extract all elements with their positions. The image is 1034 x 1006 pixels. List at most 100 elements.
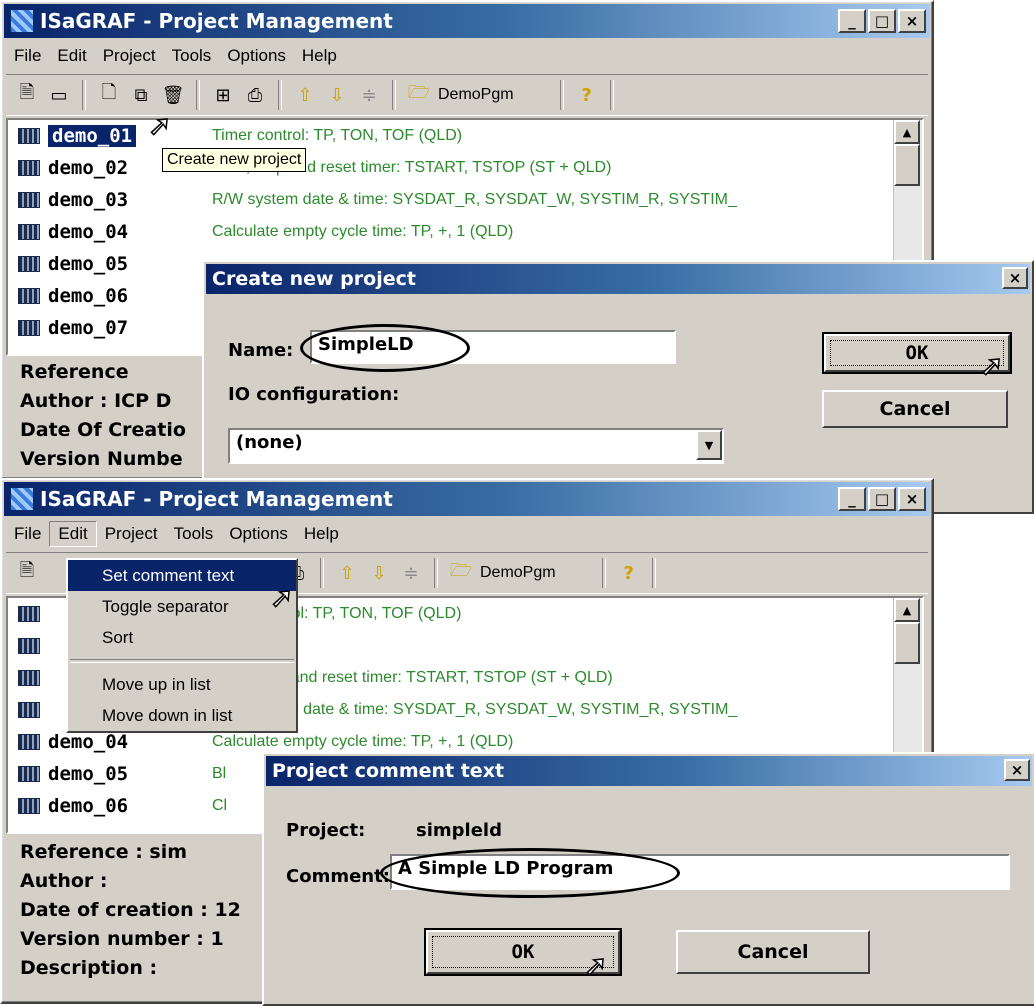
project-comment: Calculate empty cycle time: TP, +, 1 (QL…	[212, 733, 514, 750]
scroll-up-arrow-icon[interactable]: ▲	[894, 598, 920, 622]
folder-icon[interactable]: 🗁	[448, 560, 474, 586]
io-configuration-select[interactable]: (none) ▼	[228, 428, 724, 464]
io-configuration-value: (none)	[236, 432, 303, 453]
close-button[interactable]: ×	[898, 9, 926, 33]
isagraf-app-icon	[10, 487, 34, 511]
minimize-button[interactable]: _	[838, 487, 866, 511]
move-down-icon[interactable]: ⇩	[366, 560, 392, 586]
menu-project[interactable]: Project	[97, 522, 166, 546]
project-name: demo_04	[48, 221, 129, 243]
highlight-oval	[300, 324, 470, 372]
program-name[interactable]: DemoPgm	[438, 86, 514, 104]
info-author: Author : ICP D	[20, 390, 172, 412]
print-icon[interactable]: ⎙	[242, 82, 268, 108]
name-label: Name:	[228, 340, 294, 361]
cancel-button[interactable]: Cancel	[676, 930, 870, 974]
project-comment-dialog: Project comment text × Project: simpleld…	[262, 752, 1034, 1006]
dialog-title: Project comment text	[272, 760, 505, 782]
list-item[interactable]: demo_01 Timer control: TP, TON, TOF (QLD)	[8, 120, 922, 152]
open-project-icon[interactable]: 🗎	[14, 82, 40, 108]
menu-item-toggle-separator[interactable]: Toggle separator	[68, 591, 296, 622]
move-down-icon[interactable]: ⇩	[324, 82, 350, 108]
list-item[interactable]: demo_02 Start, stop and reset timer: TSTA…	[8, 152, 922, 184]
project-name: demo_05	[48, 763, 129, 785]
archive-icon[interactable]: ⊞	[210, 82, 236, 108]
mouse-cursor-icon: ➚	[979, 349, 1004, 382]
scroll-thumb[interactable]	[894, 144, 920, 186]
project-info: Reference : sim Author : Date of creatio…	[20, 838, 241, 983]
move-up-icon[interactable]: ⇧	[292, 82, 318, 108]
edit-menu-dropdown: Set comment text Toggle separator Sort M…	[66, 558, 298, 733]
info-version: Version Numbe	[20, 448, 183, 470]
info-author: Author :	[20, 870, 108, 892]
project-comment: stop and reset timer: TSTART, TSTOP (ST …	[256, 669, 613, 686]
project-label: Project:	[286, 820, 366, 841]
window-title: ISaGRAF - Project Management	[40, 487, 393, 511]
dialog-title-bar: Project comment text	[266, 756, 1032, 786]
dialog-close-button[interactable]: ×	[1004, 759, 1030, 781]
menu-edit[interactable]: Edit	[49, 44, 94, 68]
menu-tools[interactable]: Tools	[166, 522, 222, 546]
mouse-cursor-icon: ➚	[583, 949, 608, 982]
menu-item-set-comment-text[interactable]: Set comment text	[68, 560, 296, 591]
maximize-button[interactable]: □	[868, 487, 896, 511]
menu-file[interactable]: File	[6, 44, 49, 68]
isagraf-app-icon	[10, 9, 34, 33]
project-name-selected: demo_01	[48, 125, 137, 147]
menu-item-sort[interactable]: Sort	[68, 622, 296, 653]
project-icon	[18, 766, 40, 782]
dropdown-arrow-icon[interactable]: ▼	[696, 430, 722, 460]
info-date: Date Of Creatio	[20, 419, 186, 441]
project-comment: Cl	[212, 797, 228, 814]
menu-tools[interactable]: Tools	[164, 44, 220, 68]
menu-options[interactable]: Options	[221, 522, 296, 546]
help-icon[interactable]: ?	[616, 560, 642, 586]
menu-separator	[70, 659, 294, 663]
project-comment: ystem date & time: SYSDAT_R, SYSDAT_W, S…	[256, 701, 738, 718]
move-up-icon[interactable]: ⇧	[334, 560, 360, 586]
program-name[interactable]: DemoPgm	[480, 564, 556, 582]
cancel-button[interactable]: Cancel	[822, 390, 1008, 428]
dialog-title: Create new project	[212, 268, 416, 290]
info-version: Version number : 1	[20, 928, 224, 950]
copy-project-icon[interactable]: ⧉	[128, 82, 154, 108]
properties-icon[interactable]: ▭	[46, 82, 72, 108]
menu-item-move-up[interactable]: Move up in list	[68, 669, 296, 700]
scroll-thumb[interactable]	[894, 622, 920, 664]
project-name: demo_05	[48, 253, 129, 275]
project-icon	[18, 128, 40, 144]
project-icon	[18, 734, 40, 750]
menu-help[interactable]: Help	[296, 522, 347, 546]
title-bar: ISaGRAF - Project Management _ □ ×	[4, 482, 930, 516]
open-project-icon[interactable]: 🗎	[14, 560, 40, 586]
menu-help[interactable]: Help	[294, 44, 345, 68]
maximize-button[interactable]: □	[868, 9, 896, 33]
project-icon	[18, 702, 40, 718]
dialog-close-button[interactable]: ×	[1002, 267, 1028, 289]
project-icon	[18, 798, 40, 814]
scroll-up-arrow-icon[interactable]: ▲	[894, 120, 920, 144]
help-icon[interactable]: ?	[574, 82, 600, 108]
list-item[interactable]: demo_03 R/W system date & time: SYSDAT_R,…	[8, 184, 922, 216]
menu-item-move-down[interactable]: Move down in list	[68, 700, 296, 731]
menu-project[interactable]: Project	[95, 44, 164, 68]
delete-project-icon[interactable]: 🗑	[160, 82, 186, 108]
info-reference: Reference	[20, 361, 129, 383]
close-button[interactable]: ×	[898, 487, 926, 511]
menu-options[interactable]: Options	[219, 44, 294, 68]
tooltip: Create new project	[162, 148, 307, 172]
dialog-title-bar: Create new project	[206, 264, 1030, 294]
folder-icon[interactable]: 🗁	[406, 82, 432, 108]
project-name: demo_06	[48, 285, 129, 307]
project-name: demo_03	[48, 189, 129, 211]
menu-edit[interactable]: Edit	[49, 521, 97, 547]
list-item[interactable]: demo_04 Calculate empty cycle time: TP, +…	[8, 216, 922, 248]
separator-icon[interactable]: ≑	[398, 560, 424, 586]
new-project-icon[interactable]: 🗋	[96, 82, 122, 108]
create-project-dialog: Create new project × Name: SimpleLD IO c…	[202, 260, 1034, 514]
separator-icon[interactable]: ≑	[356, 82, 382, 108]
project-name: demo_06	[48, 795, 129, 817]
project-icon	[18, 606, 40, 622]
menu-file[interactable]: File	[6, 522, 49, 546]
minimize-button[interactable]: _	[838, 9, 866, 33]
